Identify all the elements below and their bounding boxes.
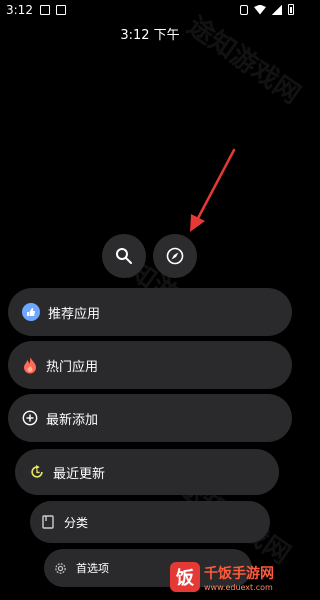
menu-label: 最新添加 (46, 412, 99, 428)
logo-badge: 饭 (170, 562, 200, 592)
compass-icon (166, 247, 184, 265)
wifi-icon (254, 4, 266, 15)
logo-url: www.eduext.com (204, 582, 273, 592)
bookmark-icon (40, 514, 56, 530)
gear-icon (52, 560, 68, 576)
thumbs-up-icon (22, 303, 40, 321)
watermark-text: 途知游戏网 (181, 10, 306, 111)
battery-icon (288, 4, 294, 15)
menu-label: 推荐应用 (48, 306, 101, 322)
watermark-logo: 饭 千饭手游网 www.eduext.com (170, 562, 274, 592)
search-button[interactable] (102, 234, 146, 278)
vibrate-icon (240, 4, 248, 15)
explore-button[interactable] (153, 234, 197, 278)
menu-label: 热门应用 (46, 359, 99, 375)
search-icon (116, 248, 132, 264)
refresh-icon (29, 464, 45, 480)
clock-text: 3:12 下午 (120, 28, 180, 43)
app-notification-icon (56, 5, 66, 15)
status-icons (240, 4, 294, 15)
plus-circle-icon (22, 410, 38, 426)
menu-item-recently-updated[interactable]: 最近更新 (15, 449, 279, 495)
menu-item-categories[interactable]: 分类 (30, 501, 270, 543)
gallery-notification-icon (40, 5, 50, 15)
menu-item-recommended[interactable]: 推荐应用 (8, 288, 292, 336)
menu-label: 最近更新 (53, 466, 106, 482)
signal-icon (272, 4, 282, 15)
menu-label: 首选项 (76, 562, 109, 575)
flame-icon (22, 357, 38, 374)
menu-item-popular[interactable]: 热门应用 (8, 341, 292, 389)
menu-label: 分类 (64, 515, 89, 530)
status-bar: 3:12 (0, 0, 300, 20)
status-time: 3:12 (6, 3, 33, 17)
logo-title: 千饭手游网 (204, 565, 274, 582)
menu-item-newly-added[interactable]: 最新添加 (8, 394, 292, 442)
